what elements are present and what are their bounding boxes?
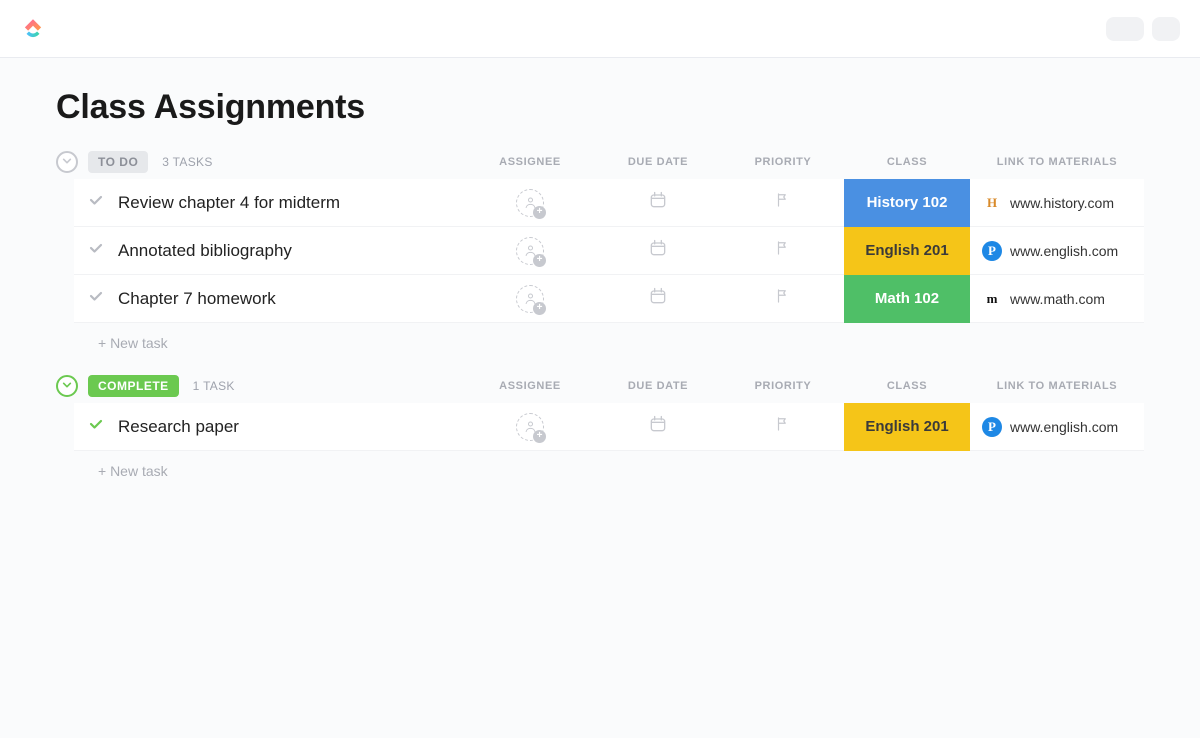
col-assignee[interactable]: ASSIGNEE [466,380,594,392]
task-title[interactable]: Review chapter 4 for midterm [118,193,466,213]
column-headers: ASSIGNEE DUE DATE PRIORITY CLASS LINK TO… [466,156,1144,168]
col-due-date[interactable]: DUE DATE [594,380,722,392]
status-pill[interactable]: TO DO [88,151,148,173]
assignee-add-icon: + [516,237,544,265]
app-logo[interactable] [20,16,46,42]
group-complete: COMPLETE 1 TASK ASSIGNEE DUE DATE PRIORI… [56,375,1144,503]
task-check[interactable] [74,416,118,437]
col-materials[interactable]: LINK TO MATERIALS [970,380,1144,392]
calendar-icon [648,190,668,215]
col-assignee[interactable]: ASSIGNEE [466,156,594,168]
class-tag[interactable]: English 201 [844,227,970,275]
flag-icon [774,239,792,262]
groups-container: TO DO 3 TASKS ASSIGNEE DUE DATE PRIORITY… [56,151,1144,503]
check-icon [88,240,104,261]
check-icon [88,192,104,213]
class-tag[interactable]: English 201 [844,403,970,451]
favicon-icon: m [982,289,1002,309]
topbar-right [1106,17,1180,41]
task-row[interactable]: Chapter 7 homework + Math 102 m www.math… [74,275,1144,323]
calendar-icon [648,238,668,263]
priority-cell[interactable] [722,287,844,310]
favicon-icon: H [982,193,1002,213]
assignee-add-icon: + [516,285,544,313]
calendar-icon [648,414,668,439]
materials-link[interactable]: m www.math.com [970,289,1144,309]
task-title[interactable]: Chapter 7 homework [118,289,466,309]
task-title[interactable]: Annotated bibliography [118,241,466,261]
col-priority[interactable]: PRIORITY [722,156,844,168]
assignee-cell[interactable]: + [466,285,594,313]
flag-icon [774,415,792,438]
col-due-date[interactable]: DUE DATE [594,156,722,168]
topbar-button-2[interactable] [1152,17,1180,41]
column-headers: ASSIGNEE DUE DATE PRIORITY CLASS LINK TO… [466,380,1144,392]
page-body: Class Assignments TO DO 3 TASKS ASSIGNEE… [0,58,1200,738]
plus-badge-icon: + [533,206,546,219]
task-row[interactable]: Research paper + English 201 P www.engli… [74,403,1144,451]
chevron-down-icon [62,377,72,395]
favicon-icon: P [982,241,1002,261]
due-date-cell[interactable] [594,286,722,311]
col-materials[interactable]: LINK TO MATERIALS [970,156,1144,168]
priority-cell[interactable] [722,415,844,438]
task-check[interactable] [74,192,118,213]
status-pill[interactable]: COMPLETE [88,375,179,397]
topbar-button-1[interactable] [1106,17,1144,41]
collapse-toggle[interactable] [56,151,78,173]
assignee-cell[interactable]: + [466,237,594,265]
check-icon [88,416,104,437]
new-task-button[interactable]: + New task [74,451,1144,503]
topbar [0,0,1200,58]
task-check[interactable] [74,240,118,261]
class-tag[interactable]: Math 102 [844,275,970,323]
chevron-down-icon [62,153,72,171]
materials-url: www.english.com [1010,243,1118,259]
plus-badge-icon: + [533,302,546,315]
assignee-cell[interactable]: + [466,413,594,441]
collapse-toggle[interactable] [56,375,78,397]
assignee-add-icon: + [516,413,544,441]
materials-link[interactable]: P www.english.com [970,241,1144,261]
task-row[interactable]: Review chapter 4 for midterm + History 1… [74,179,1144,227]
task-check[interactable] [74,288,118,309]
materials-link[interactable]: H www.history.com [970,193,1144,213]
favicon-icon: P [982,417,1002,437]
due-date-cell[interactable] [594,414,722,439]
materials-url: www.english.com [1010,419,1118,435]
check-icon [88,288,104,309]
calendar-icon [648,286,668,311]
plus-badge-icon: + [533,430,546,443]
task-row[interactable]: Annotated bibliography + English 201 P w… [74,227,1144,275]
priority-cell[interactable] [722,191,844,214]
assignee-add-icon: + [516,189,544,217]
col-priority[interactable]: PRIORITY [722,380,844,392]
materials-url: www.history.com [1010,195,1114,211]
page-title: Class Assignments [56,88,1144,127]
plus-badge-icon: + [533,254,546,267]
task-count: 3 TASKS [162,155,212,169]
materials-url: www.math.com [1010,291,1105,307]
new-task-button[interactable]: + New task [74,323,1144,375]
assignee-cell[interactable]: + [466,189,594,217]
due-date-cell[interactable] [594,238,722,263]
priority-cell[interactable] [722,239,844,262]
flag-icon [774,287,792,310]
materials-link[interactable]: P www.english.com [970,417,1144,437]
col-class[interactable]: CLASS [844,380,970,392]
group-header-todo: TO DO 3 TASKS ASSIGNEE DUE DATE PRIORITY… [56,151,1144,173]
group-todo: TO DO 3 TASKS ASSIGNEE DUE DATE PRIORITY… [56,151,1144,375]
flag-icon [774,191,792,214]
due-date-cell[interactable] [594,190,722,215]
col-class[interactable]: CLASS [844,156,970,168]
task-count: 1 TASK [193,379,235,393]
group-header-complete: COMPLETE 1 TASK ASSIGNEE DUE DATE PRIORI… [56,375,1144,397]
task-title[interactable]: Research paper [118,417,466,437]
class-tag[interactable]: History 102 [844,179,970,227]
